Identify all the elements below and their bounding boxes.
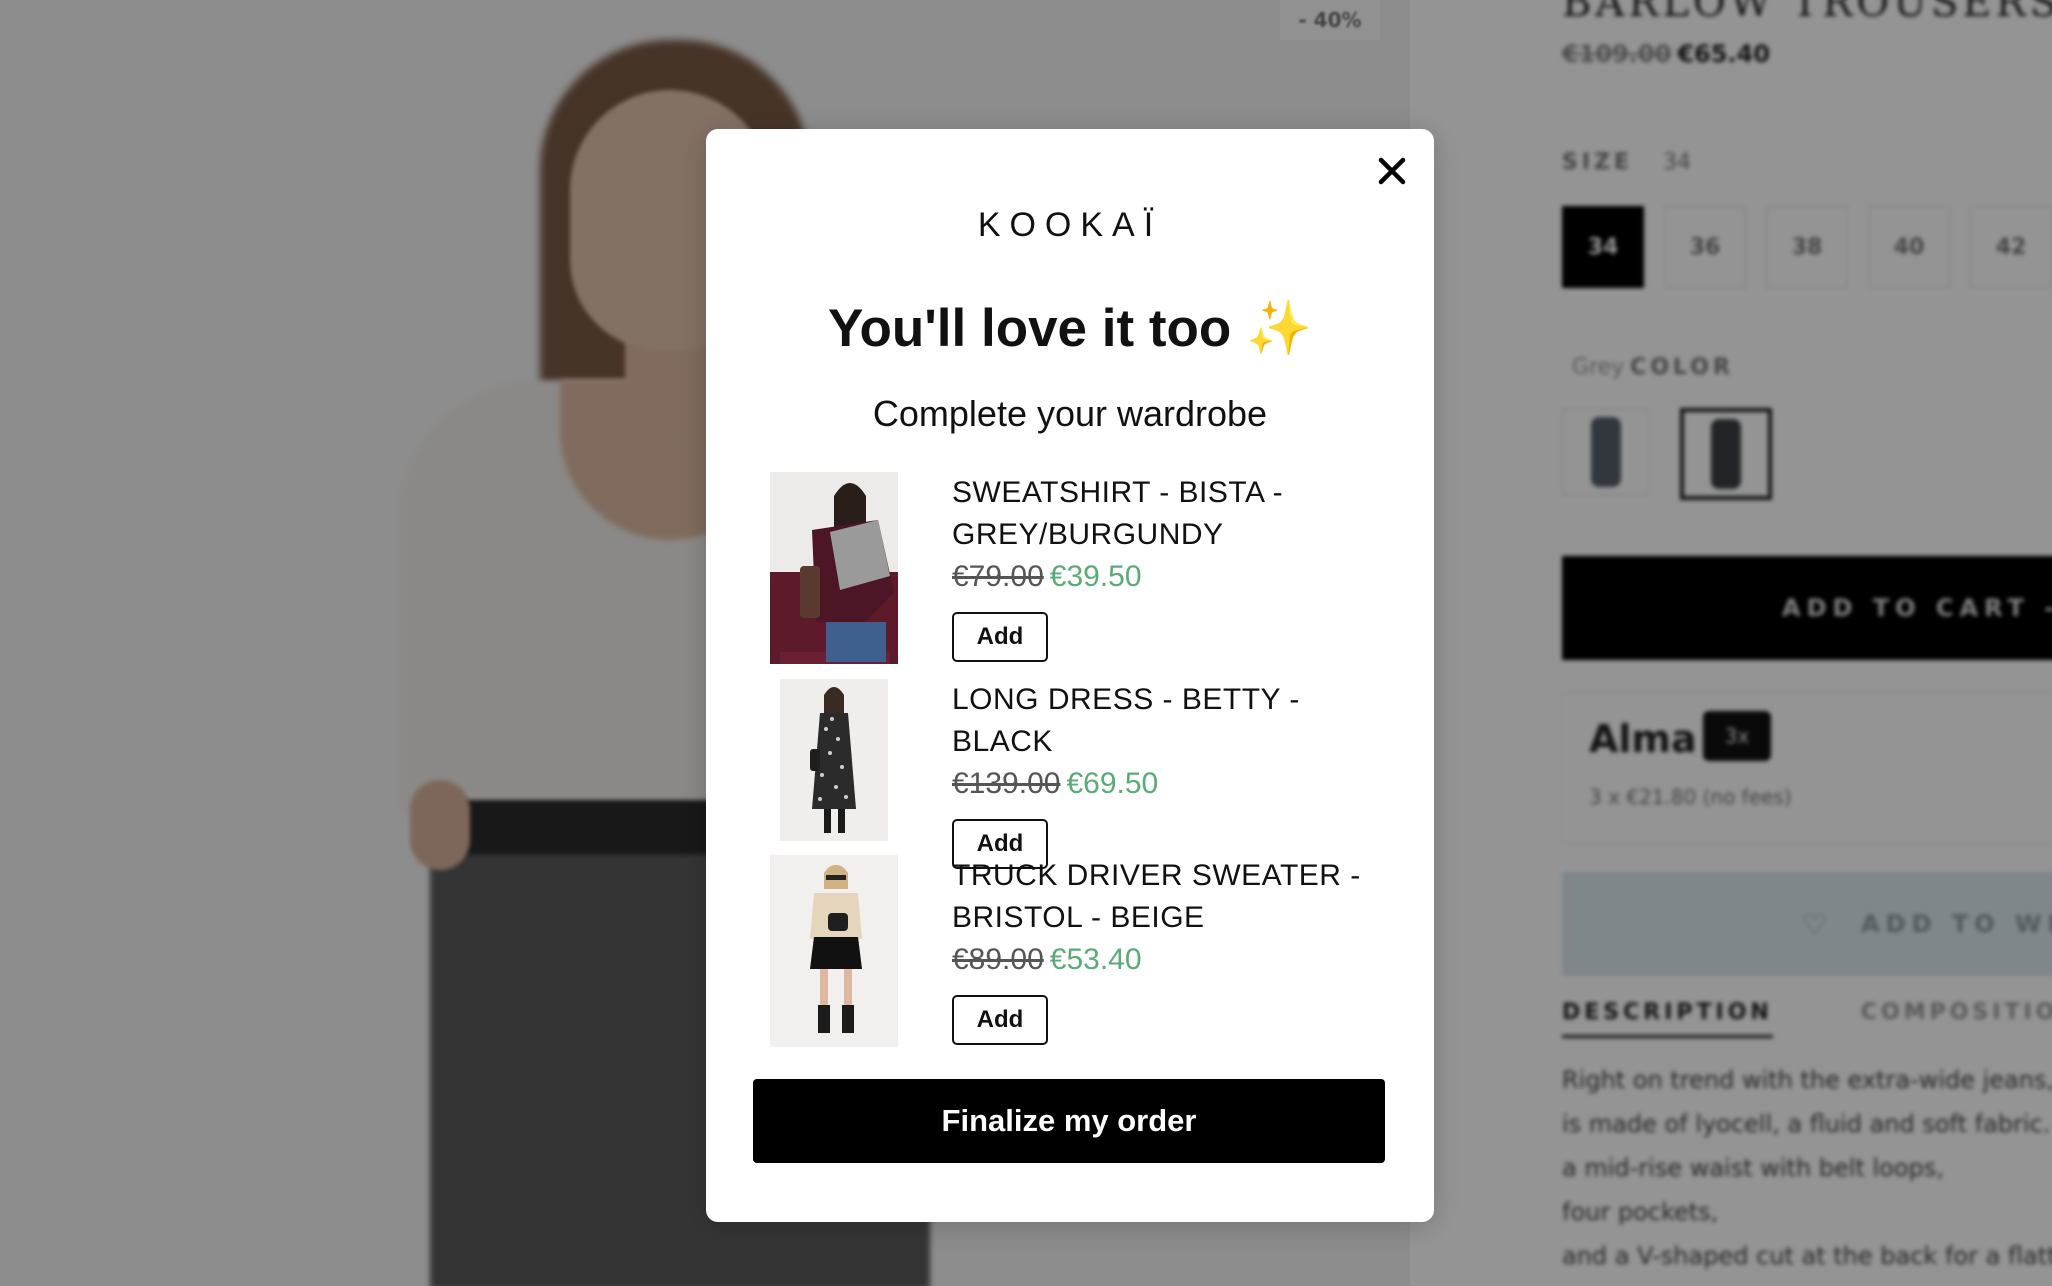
modal-subtitle: Complete your wardrobe [872,393,1268,434]
product-price: €79.00 €39.50 [952,556,1392,598]
product-details: LONG DRESS - BETTY - BLACK €139.00 €69.50… [952,679,1392,869]
price-sale: €39.50 [1049,560,1142,593]
product-thumbnail[interactable] [770,855,898,1047]
price-original: €139.00 [952,767,1061,800]
price-original: €79.00 [952,560,1044,593]
recommended-product: SWEATSHIRT - BISTA - GREY/BURGUNDY €79.0… [770,472,1390,664]
price-sale: €53.40 [1049,943,1142,976]
product-price: €139.00 €69.50 [952,763,1392,805]
add-button[interactable]: Add [952,612,1048,662]
price-sale: €69.50 [1066,767,1159,800]
product-price: €89.00 €53.40 [952,939,1392,981]
modal-title: You'll love it too ✨ [828,299,1312,358]
price-original: €89.00 [952,943,1044,976]
product-thumbnail[interactable] [780,679,888,841]
recommended-product: LONG DRESS - BETTY - BLACK €139.00 €69.50… [770,679,1390,869]
brand-logo: KOOKAÏ [977,206,1163,244]
product-details: SWEATSHIRT - BISTA - GREY/BURGUNDY €79.0… [952,472,1392,662]
product-thumbnail[interactable] [770,472,898,664]
finalize-order-button[interactable]: Finalize my order [753,1079,1385,1163]
product-name[interactable]: TRUCK DRIVER SWEATER - BRISTOL - BEIGE [952,855,1392,939]
product-details: TRUCK DRIVER SWEATER - BRISTOL - BEIGE €… [952,855,1392,1045]
product-name[interactable]: SWEATSHIRT - BISTA - GREY/BURGUNDY [952,472,1392,556]
recommended-product: TRUCK DRIVER SWEATER - BRISTOL - BEIGE €… [770,855,1390,1047]
product-name[interactable]: LONG DRESS - BETTY - BLACK [952,679,1392,763]
add-button[interactable]: Add [952,995,1048,1045]
close-button[interactable] [1368,147,1416,195]
upsell-modal: KOOKAÏ You'll love it too ✨ Complete you… [706,129,1434,1222]
close-icon [1378,157,1406,185]
